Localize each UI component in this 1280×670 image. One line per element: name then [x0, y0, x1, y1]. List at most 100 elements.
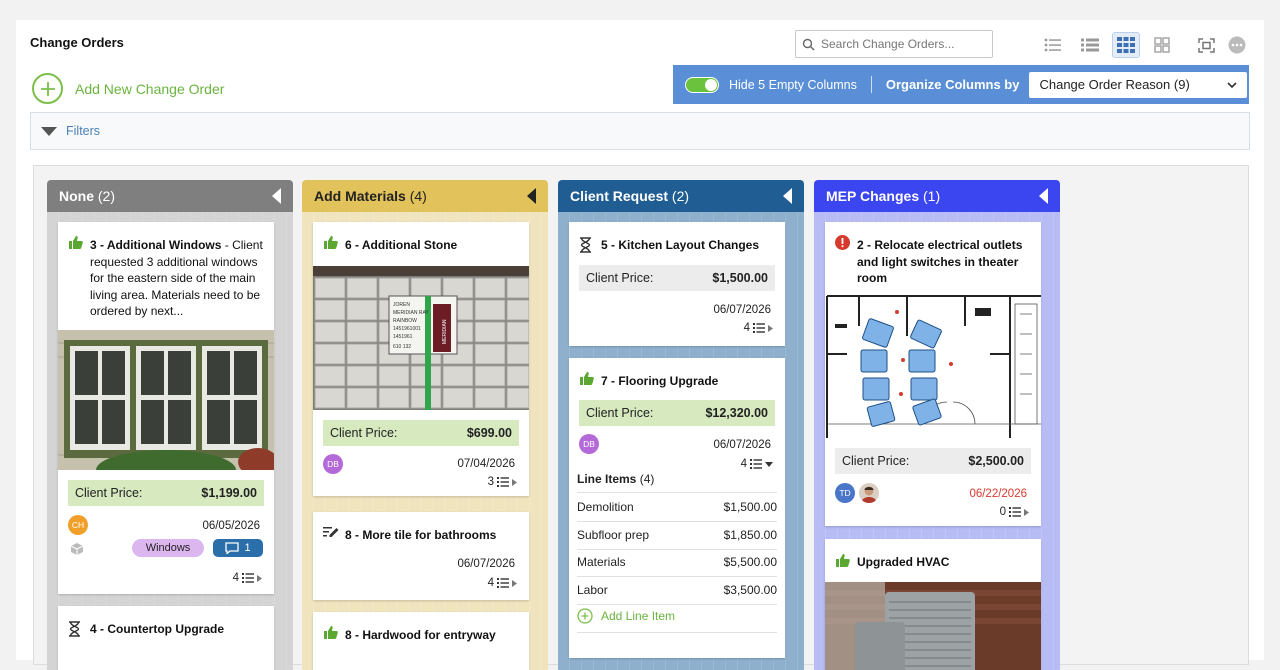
avatar[interactable]: DB	[323, 454, 343, 474]
svg-text:1451961001: 1451961001	[393, 326, 421, 332]
more-options-button[interactable]	[1223, 32, 1251, 58]
list-icon	[242, 573, 254, 583]
line-item-row[interactable]: Subfloor prep $1,850.00	[577, 528, 777, 550]
line-item-name: Materials	[577, 555, 626, 569]
column-header[interactable]: MEP Changes (1)	[814, 180, 1060, 212]
change-order-card[interactable]: 8 - Hardwood for entryway	[313, 612, 529, 670]
line-items-count[interactable]: 0	[1000, 506, 1029, 518]
change-order-card[interactable]: Upgraded HVAC	[825, 539, 1041, 670]
change-order-card[interactable]: 2 - Relocate electrical outlets and ligh…	[825, 222, 1041, 526]
person-icon	[861, 486, 877, 503]
profile-photo-avatar[interactable]	[859, 483, 879, 503]
cube-icon	[70, 543, 84, 555]
tag-badge[interactable]: Windows	[132, 539, 204, 557]
add-change-order-button[interactable]: Add New Change Order	[32, 73, 224, 104]
line-items-toggle[interactable]: 4	[741, 458, 773, 470]
comments-badge[interactable]: 1	[213, 539, 263, 557]
line-item-row[interactable]: Labor $3,500.00	[577, 583, 777, 605]
collapse-icon[interactable]	[527, 188, 536, 204]
collapse-icon[interactable]	[1039, 188, 1048, 204]
svg-text:JOREN: JOREN	[393, 302, 410, 308]
list-view-button[interactable]	[1039, 32, 1067, 58]
divider	[870, 76, 872, 93]
grid-view-button[interactable]	[1148, 32, 1176, 58]
card-title: 8 - More tile for bathrooms	[345, 527, 519, 544]
line-items-count[interactable]: 4	[488, 577, 517, 589]
more-options-icon	[1228, 36, 1246, 54]
hide-empty-columns-toggle[interactable]	[685, 76, 719, 93]
add-line-item-label: Add Line Item	[601, 609, 676, 623]
search-input[interactable]	[821, 37, 981, 51]
list-view-icon	[1044, 38, 1061, 52]
organize-columns-value: Change Order Reason (9)	[1039, 77, 1190, 92]
column-header[interactable]: None (2)	[47, 180, 293, 212]
column-header[interactable]: Client Request (2)	[558, 180, 804, 212]
items-count-value: 4	[743, 322, 750, 334]
hourglass-icon	[580, 237, 591, 253]
line-item-row[interactable]: Materials $5,500.00	[577, 555, 777, 577]
card-title-text: 4 - Countertop Upgrade	[90, 622, 224, 636]
change-order-card[interactable]: 3 - Additional Windows - Client requeste…	[58, 222, 274, 594]
card-date: 06/07/2026	[713, 439, 771, 451]
fullscreen-button[interactable]	[1192, 32, 1220, 58]
plus-icon	[32, 73, 63, 104]
line-items-heading: Line Items (4)	[577, 472, 654, 486]
column-mep-changes: MEP Changes (1) 2 - Relocate electrical …	[814, 180, 1060, 670]
column-count: (4)	[409, 188, 427, 204]
card-photo: JOREN MERIDIAN RAY RAINBOW 1451961001 14…	[313, 266, 529, 410]
filters-label: Filters	[66, 124, 101, 138]
list-icon	[753, 323, 765, 333]
line-item-name: Subfloor prep	[577, 528, 650, 542]
line-items-count-label: (4)	[639, 472, 655, 486]
change-order-card[interactable]: 7 - Flooring Upgrade Client Price: $12,32…	[569, 358, 785, 658]
change-order-card[interactable]: 5 - Kitchen Layout Changes Client Price:…	[569, 222, 785, 346]
board-view-button[interactable]	[1112, 32, 1140, 58]
card-photo	[825, 294, 1041, 438]
toggle-knob	[705, 78, 717, 91]
comments-count: 1	[244, 542, 251, 554]
avatar[interactable]: TD	[835, 483, 855, 503]
client-price: Client Price: $699.00	[323, 420, 519, 446]
line-item-amount: $1,500.00	[723, 500, 777, 514]
price-label: Client Price:	[75, 486, 143, 500]
items-count-value: 4	[740, 458, 747, 470]
add-line-item-button[interactable]: Add Line Item	[577, 608, 675, 624]
card-title: 3 - Additional Windows - Client requeste…	[90, 237, 264, 320]
change-order-card[interactable]: 8 - More tile for bathrooms 06/07/2026 4	[313, 512, 529, 600]
thumbs-up-icon	[324, 626, 338, 639]
search-box[interactable]	[795, 30, 993, 58]
price-value: $1,500.00	[712, 271, 768, 285]
card-title: 7 - Flooring Upgrade	[601, 373, 775, 390]
collapse-icon[interactable]	[783, 188, 792, 204]
collapse-icon[interactable]	[272, 188, 281, 204]
change-order-card[interactable]: 6 - Additional Stone JOREN MERIDIAN RAY …	[313, 222, 529, 496]
filters-toggle[interactable]: Filters	[30, 112, 1250, 150]
column-body: 6 - Additional Stone JOREN MERIDIAN RAY …	[302, 212, 548, 670]
compact-list-view-button[interactable]	[1076, 32, 1104, 58]
compact-list-view-icon	[1081, 38, 1099, 52]
column-count: (2)	[671, 188, 690, 204]
column-header[interactable]: Add Materials (4)	[302, 180, 548, 212]
line-item-amount: $1,850.00	[723, 528, 777, 542]
column-body: 3 - Additional Windows - Client requeste…	[47, 212, 293, 670]
floor-plan-drawing	[825, 294, 1041, 438]
hourglass-icon	[69, 621, 80, 637]
avatar[interactable]: CH	[68, 515, 88, 535]
organize-columns-select[interactable]: Change Order Reason (9)	[1029, 71, 1248, 98]
change-order-card[interactable]: 4 - Countertop Upgrade	[58, 606, 274, 670]
change-orders-panel: Change Orders Add New Change Order Hide …	[16, 20, 1264, 670]
alert-icon	[835, 235, 850, 250]
line-items-count[interactable]: 4	[744, 322, 773, 334]
hide-empty-columns-label: Hide 5 Empty Columns	[729, 77, 857, 92]
line-item-row[interactable]: Demolition $1,500.00	[577, 500, 777, 522]
client-price: Client Price: $1,199.00	[68, 480, 264, 506]
line-items-label: Line Items	[577, 472, 637, 486]
chevron-down-icon	[1227, 81, 1238, 88]
column-count: (1)	[923, 188, 941, 204]
organize-columns-label: Organize Columns by	[885, 77, 1020, 92]
list-icon	[497, 578, 509, 588]
avatar[interactable]: DB	[579, 434, 599, 454]
line-items-count[interactable]: 4	[233, 572, 262, 584]
price-label: Client Price:	[586, 271, 654, 285]
line-items-count[interactable]: 3	[488, 476, 517, 488]
